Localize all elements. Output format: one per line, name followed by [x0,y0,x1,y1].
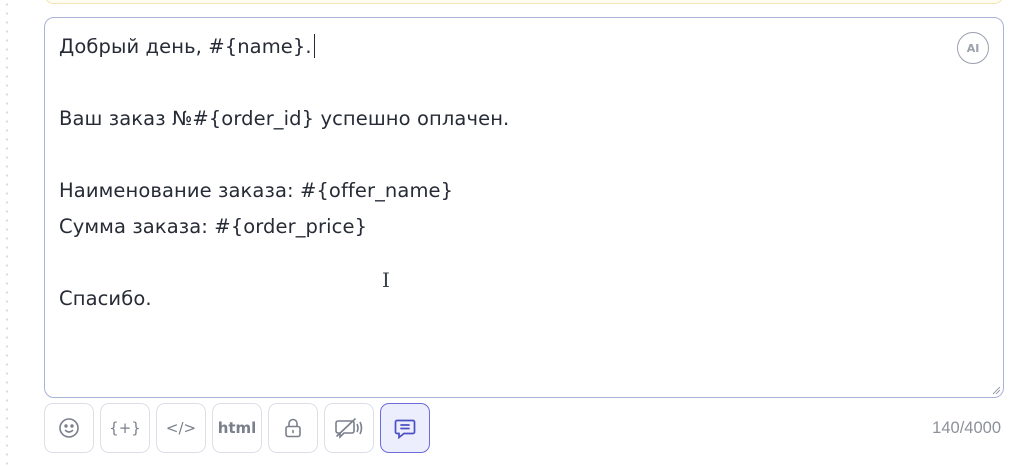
protect-button[interactable] [268,403,318,453]
html-icon: html [217,419,257,437]
previous-panel-edge [44,0,1004,4]
message-icon [394,419,416,440]
text-caret [313,34,315,58]
emoji-button[interactable] [44,403,94,453]
ai-icon: AI [966,41,980,55]
variable-insert-icon: {+} [109,419,141,437]
resize-handle-icon[interactable] [991,385,1001,395]
text-line: Спасибо. [59,287,152,310]
text-line [59,245,939,281]
code-icon: </> [165,419,197,437]
text-line: Добрый день, #{name}. [59,29,939,65]
text-line: Ваш заказ №#{order_id} успешно оплачен. [59,107,510,130]
text-line: Сумма заказа: #{order_price} [59,215,368,238]
ai-assist-button[interactable]: AI [957,32,989,64]
text-line [59,65,939,101]
message-mode-button[interactable] [380,403,430,453]
character-counter: 140/4000 [932,419,1001,437]
lock-icon [285,418,301,438]
text-line [59,137,939,173]
message-editor[interactable]: Добрый день, #{name}. Ваш заказ №#{order… [44,17,1004,398]
smile-icon [59,418,79,438]
insert-code-button[interactable]: </> [156,403,206,453]
message-text[interactable]: Добрый день, #{name}. Ваш заказ №#{order… [59,29,939,317]
voice-off-button[interactable] [324,403,374,453]
speech-off-icon [335,418,363,439]
insert-variable-button[interactable]: {+} [100,403,150,453]
text-cursor-icon: I [382,268,390,292]
html-mode-button[interactable]: html [212,403,262,453]
text-line: Наименование заказа: #{offer_name} [59,179,454,202]
editor-toolbar: {+} </> html [44,403,430,453]
dotted-rail [6,0,8,467]
